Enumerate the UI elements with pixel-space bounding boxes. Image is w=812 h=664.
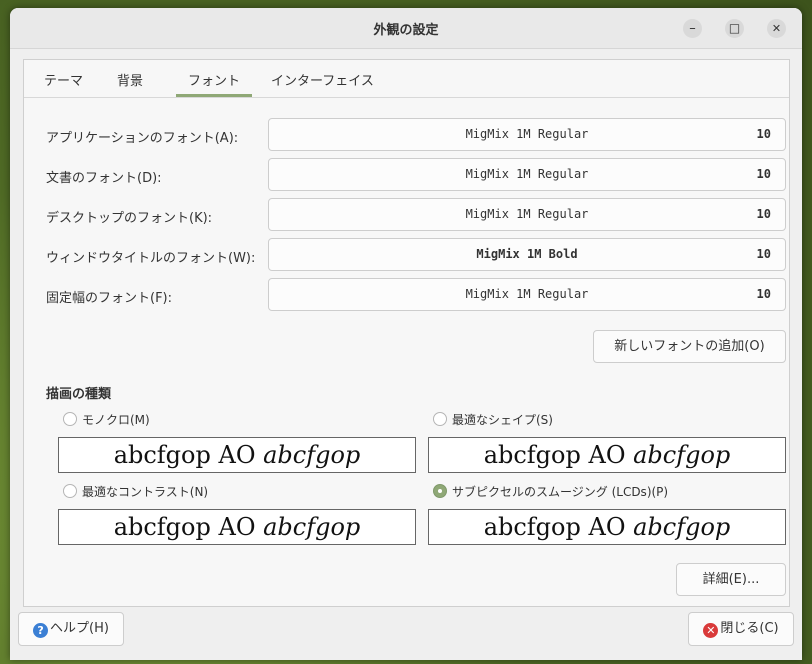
- best-contrast-radio[interactable]: [63, 484, 77, 498]
- sample-italic-text: abcfgop: [633, 513, 731, 541]
- help-icon: ?: [33, 623, 49, 638]
- tab-theme[interactable]: テーマ: [44, 70, 83, 89]
- font-name: MigMix 1M Regular: [465, 127, 589, 141]
- titlebar[interactable]: 外観の設定 – □ ✕: [10, 8, 802, 49]
- sample-text: abcfgop AO: [483, 513, 634, 541]
- font-size: 10: [756, 207, 771, 221]
- tab-background[interactable]: 背景: [117, 70, 143, 89]
- tab-bar: テーマ 背景 フォント インターフェイス: [24, 60, 789, 98]
- close-button-label: 閉じる(C): [720, 621, 779, 636]
- help-button-label: ヘルプ(H): [50, 621, 109, 636]
- add-font-button[interactable]: 新しいフォントの追加(O): [593, 330, 786, 363]
- maximize-button[interactable]: □: [725, 19, 744, 38]
- sample-italic-text: abcfgop: [263, 441, 361, 469]
- font-name: MigMix 1M Regular: [465, 207, 589, 221]
- close-window-button[interactable]: ✕: [767, 19, 786, 38]
- desktop-font-label: デスクトップのフォント(K):: [46, 211, 213, 226]
- best-shape-preview: abcfgop AO abcfgop: [428, 437, 786, 473]
- sample-text: abcfgop AO: [113, 441, 264, 469]
- close-button[interactable]: ✕ 閉じる(C): [688, 612, 794, 646]
- close-icon: ✕: [703, 623, 719, 638]
- rendering-heading: 描画の種類: [46, 387, 112, 402]
- font-name: MigMix 1M Regular: [465, 287, 589, 301]
- best-contrast-label[interactable]: 最適なコントラスト(N): [82, 483, 208, 500]
- tab-interface[interactable]: インターフェイス: [271, 70, 374, 89]
- desktop-font-button[interactable]: MigMix 1M Regular 10: [268, 198, 786, 231]
- monospace-font-button[interactable]: MigMix 1M Regular 10: [268, 278, 786, 311]
- tab-fonts[interactable]: フォント: [175, 70, 253, 97]
- best-contrast-preview: abcfgop AO abcfgop: [58, 509, 416, 545]
- document-font-label: 文書のフォント(D):: [46, 171, 162, 186]
- subpixel-smoothing-radio[interactable]: [433, 484, 447, 498]
- font-size: 10: [756, 167, 771, 181]
- sample-text: abcfgop AO: [113, 513, 264, 541]
- help-button[interactable]: ? ヘルプ(H): [18, 612, 124, 646]
- sample-text: abcfgop AO: [483, 441, 634, 469]
- font-size: 10: [756, 247, 771, 261]
- monochrome-label[interactable]: モノクロ(M): [82, 411, 150, 428]
- font-name: MigMix 1M Regular: [465, 167, 589, 181]
- subpixel-smoothing-preview: abcfgop AO abcfgop: [428, 509, 786, 545]
- best-shape-radio[interactable]: [433, 412, 447, 426]
- document-font-button[interactable]: MigMix 1M Regular 10: [268, 158, 786, 191]
- monospace-font-label: 固定幅のフォント(F):: [46, 291, 173, 306]
- font-name: MigMix 1M Bold: [476, 247, 578, 261]
- sample-italic-text: abcfgop: [263, 513, 361, 541]
- window-title-font-button[interactable]: MigMix 1M Bold 10: [268, 238, 786, 271]
- font-size: 10: [756, 127, 771, 141]
- settings-panel: テーマ 背景 フォント インターフェイス アプリケーションのフォント(A): M…: [23, 59, 790, 607]
- dialog-button-bar: ? ヘルプ(H) ✕ 閉じる(C): [10, 606, 802, 660]
- details-button[interactable]: 詳細(E)...: [676, 563, 786, 596]
- sample-italic-text: abcfgop: [633, 441, 731, 469]
- font-size: 10: [756, 287, 771, 301]
- minimize-button[interactable]: –: [683, 19, 702, 38]
- monochrome-radio[interactable]: [63, 412, 77, 426]
- window-title-font-label: ウィンドウタイトルのフォント(W):: [46, 251, 256, 266]
- application-font-label: アプリケーションのフォント(A):: [46, 131, 239, 146]
- appearance-settings-window: 外観の設定 – □ ✕ テーマ 背景 フォント インターフェイス アプリケーショ…: [10, 8, 802, 660]
- monochrome-preview: abcfgop AO abcfgop: [58, 437, 416, 473]
- subpixel-smoothing-label[interactable]: サブピクセルのスムージング (LCDs)(P): [452, 483, 668, 500]
- best-shape-label[interactable]: 最適なシェイプ(S): [452, 411, 553, 428]
- application-font-button[interactable]: MigMix 1M Regular 10: [268, 118, 786, 151]
